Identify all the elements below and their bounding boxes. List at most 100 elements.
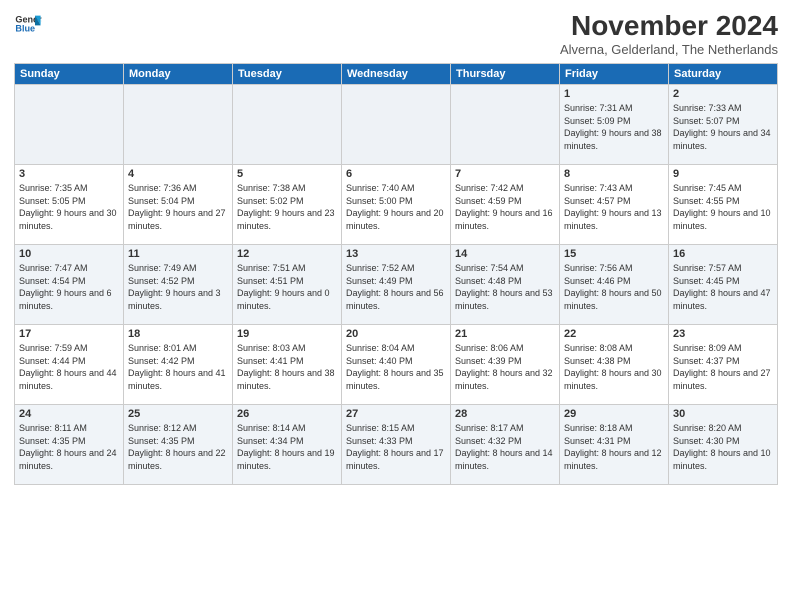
day-number: 21 <box>455 328 555 340</box>
title-area: November 2024 Alverna, Gelderland, The N… <box>560 10 778 57</box>
table-cell <box>233 85 342 165</box>
day-info: Sunrise: 7:51 AM Sunset: 4:51 PM Dayligh… <box>237 262 337 312</box>
day-number: 11 <box>128 248 228 260</box>
table-cell: 25Sunrise: 8:12 AM Sunset: 4:35 PM Dayli… <box>124 405 233 485</box>
day-info: Sunrise: 8:12 AM Sunset: 4:35 PM Dayligh… <box>128 422 228 472</box>
day-number: 8 <box>564 168 664 180</box>
day-number: 22 <box>564 328 664 340</box>
day-info: Sunrise: 7:42 AM Sunset: 4:59 PM Dayligh… <box>455 182 555 232</box>
month-title: November 2024 <box>560 10 778 42</box>
col-thursday: Thursday <box>451 64 560 85</box>
day-info: Sunrise: 7:35 AM Sunset: 5:05 PM Dayligh… <box>19 182 119 232</box>
week-row-1: 1Sunrise: 7:31 AM Sunset: 5:09 PM Daylig… <box>15 85 778 165</box>
table-cell: 13 Sunrise: 7:52 AM Sunset: 4:49 PM Dayli… <box>342 245 451 325</box>
logo-icon: General Blue <box>14 10 42 38</box>
day-info: Sunrise: 7:43 AM Sunset: 4:57 PM Dayligh… <box>564 182 664 232</box>
col-friday: Friday <box>560 64 669 85</box>
table-cell: 11 Sunrise: 7:49 AM Sunset: 4:52 PM Dayli… <box>124 245 233 325</box>
day-info: Sunrise: 8:04 AM Sunset: 4:40 PM Dayligh… <box>346 342 446 392</box>
table-cell: 27 Sunrise: 8:15 AM Sunset: 4:33 PM Dayli… <box>342 405 451 485</box>
day-number: 15 <box>564 248 664 260</box>
day-number: 16 <box>673 248 773 260</box>
table-cell: 29Sunrise: 8:18 AM Sunset: 4:31 PM Dayli… <box>560 405 669 485</box>
weekday-header-row: Sunday Monday Tuesday Wednesday Thursday… <box>15 64 778 85</box>
day-number: 18 <box>128 328 228 340</box>
table-cell: 3 Sunrise: 7:35 AM Sunset: 5:05 PM Daylig… <box>15 165 124 245</box>
table-cell: 1Sunrise: 7:31 AM Sunset: 5:09 PM Daylig… <box>560 85 669 165</box>
col-saturday: Saturday <box>669 64 778 85</box>
week-row-4: 17Sunrise: 7:59 AM Sunset: 4:44 PM Dayli… <box>15 325 778 405</box>
col-monday: Monday <box>124 64 233 85</box>
day-number: 13 <box>346 248 446 260</box>
day-info: Sunrise: 8:14 AM Sunset: 4:34 PM Dayligh… <box>237 422 337 472</box>
table-cell: 12 Sunrise: 7:51 AM Sunset: 4:51 PM Dayli… <box>233 245 342 325</box>
day-number: 19 <box>237 328 337 340</box>
day-number: 5 <box>237 168 337 180</box>
calendar: Sunday Monday Tuesday Wednesday Thursday… <box>14 63 778 485</box>
day-number: 4 <box>128 168 228 180</box>
table-cell: 17Sunrise: 7:59 AM Sunset: 4:44 PM Dayli… <box>15 325 124 405</box>
day-info: Sunrise: 8:09 AM Sunset: 4:37 PM Dayligh… <box>673 342 773 392</box>
table-cell: 19 Sunrise: 8:03 AM Sunset: 4:41 PM Dayli… <box>233 325 342 405</box>
day-info: Sunrise: 7:45 AM Sunset: 4:55 PM Dayligh… <box>673 182 773 232</box>
page: General Blue November 2024 Alverna, Geld… <box>0 0 792 612</box>
day-info: Sunrise: 7:59 AM Sunset: 4:44 PM Dayligh… <box>19 342 119 392</box>
day-number: 24 <box>19 408 119 420</box>
logo: General Blue <box>14 10 46 38</box>
day-info: Sunrise: 8:11 AM Sunset: 4:35 PM Dayligh… <box>19 422 119 472</box>
col-wednesday: Wednesday <box>342 64 451 85</box>
day-number: 12 <box>237 248 337 260</box>
table-cell: 22 Sunrise: 8:08 AM Sunset: 4:38 PM Dayli… <box>560 325 669 405</box>
header: General Blue November 2024 Alverna, Geld… <box>14 10 778 57</box>
day-number: 27 <box>346 408 446 420</box>
week-row-3: 10Sunrise: 7:47 AM Sunset: 4:54 PM Dayli… <box>15 245 778 325</box>
day-number: 26 <box>237 408 337 420</box>
table-cell: 21 Sunrise: 8:06 AM Sunset: 4:39 PM Dayli… <box>451 325 560 405</box>
table-cell: 15 Sunrise: 7:56 AM Sunset: 4:46 PM Dayli… <box>560 245 669 325</box>
day-number: 10 <box>19 248 119 260</box>
day-info: Sunrise: 8:08 AM Sunset: 4:38 PM Dayligh… <box>564 342 664 392</box>
day-info: Sunrise: 7:54 AM Sunset: 4:48 PM Dayligh… <box>455 262 555 312</box>
day-number: 3 <box>19 168 119 180</box>
week-row-5: 24 Sunrise: 8:11 AM Sunset: 4:35 PM Dayli… <box>15 405 778 485</box>
day-number: 30 <box>673 408 773 420</box>
table-cell: 7Sunrise: 7:42 AM Sunset: 4:59 PM Daylig… <box>451 165 560 245</box>
day-number: 6 <box>346 168 446 180</box>
day-info: Sunrise: 7:38 AM Sunset: 5:02 PM Dayligh… <box>237 182 337 232</box>
day-number: 9 <box>673 168 773 180</box>
day-number: 28 <box>455 408 555 420</box>
day-info: Sunrise: 8:20 AM Sunset: 4:30 PM Dayligh… <box>673 422 773 472</box>
table-cell: 20 Sunrise: 8:04 AM Sunset: 4:40 PM Dayli… <box>342 325 451 405</box>
table-cell: 5 Sunrise: 7:38 AM Sunset: 5:02 PM Daylig… <box>233 165 342 245</box>
table-cell <box>15 85 124 165</box>
table-cell: 14 Sunrise: 7:54 AM Sunset: 4:48 PM Dayli… <box>451 245 560 325</box>
day-info: Sunrise: 8:15 AM Sunset: 4:33 PM Dayligh… <box>346 422 446 472</box>
day-info: Sunrise: 7:49 AM Sunset: 4:52 PM Dayligh… <box>128 262 228 312</box>
table-cell: 8 Sunrise: 7:43 AM Sunset: 4:57 PM Daylig… <box>560 165 669 245</box>
day-number: 2 <box>673 88 773 100</box>
table-cell: 24 Sunrise: 8:11 AM Sunset: 4:35 PM Dayli… <box>15 405 124 485</box>
day-info: Sunrise: 8:06 AM Sunset: 4:39 PM Dayligh… <box>455 342 555 392</box>
table-cell: 6 Sunrise: 7:40 AM Sunset: 5:00 PM Daylig… <box>342 165 451 245</box>
day-number: 1 <box>564 88 664 100</box>
table-cell <box>124 85 233 165</box>
col-sunday: Sunday <box>15 64 124 85</box>
day-info: Sunrise: 7:36 AM Sunset: 5:04 PM Dayligh… <box>128 182 228 232</box>
day-info: Sunrise: 8:18 AM Sunset: 4:31 PM Dayligh… <box>564 422 664 472</box>
week-row-2: 3 Sunrise: 7:35 AM Sunset: 5:05 PM Daylig… <box>15 165 778 245</box>
day-info: Sunrise: 7:57 AM Sunset: 4:45 PM Dayligh… <box>673 262 773 312</box>
day-info: Sunrise: 7:56 AM Sunset: 4:46 PM Dayligh… <box>564 262 664 312</box>
day-info: Sunrise: 7:52 AM Sunset: 4:49 PM Dayligh… <box>346 262 446 312</box>
day-number: 23 <box>673 328 773 340</box>
table-cell <box>342 85 451 165</box>
day-number: 14 <box>455 248 555 260</box>
day-number: 20 <box>346 328 446 340</box>
day-info: Sunrise: 8:03 AM Sunset: 4:41 PM Dayligh… <box>237 342 337 392</box>
table-cell: 16 Sunrise: 7:57 AM Sunset: 4:45 PM Dayli… <box>669 245 778 325</box>
day-info: Sunrise: 7:33 AM Sunset: 5:07 PM Dayligh… <box>673 102 773 152</box>
day-info: Sunrise: 7:40 AM Sunset: 5:00 PM Dayligh… <box>346 182 446 232</box>
table-cell: 4 Sunrise: 7:36 AM Sunset: 5:04 PM Daylig… <box>124 165 233 245</box>
table-cell <box>451 85 560 165</box>
table-cell: 26 Sunrise: 8:14 AM Sunset: 4:34 PM Dayli… <box>233 405 342 485</box>
table-cell: 18Sunrise: 8:01 AM Sunset: 4:42 PM Dayli… <box>124 325 233 405</box>
